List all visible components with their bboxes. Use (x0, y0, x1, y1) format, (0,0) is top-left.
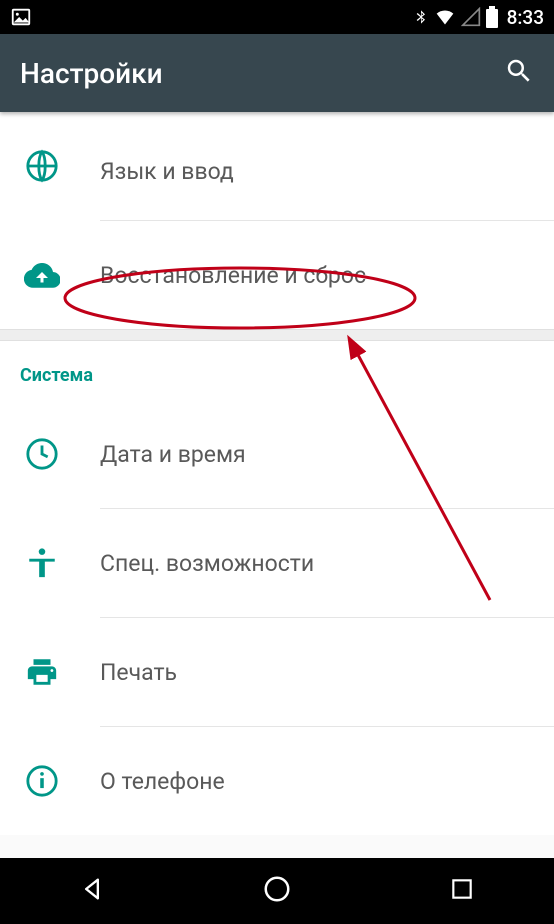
search-button[interactable] (504, 56, 534, 90)
home-icon (262, 874, 292, 908)
list-item-label: О телефоне (100, 768, 225, 795)
list-item-about-phone[interactable]: О телефоне (0, 727, 554, 835)
list-item-print[interactable]: Печать (0, 618, 554, 726)
cell-icon (461, 7, 481, 27)
clock-icon (24, 436, 60, 472)
backup-icon (24, 257, 60, 293)
status-right: 8:33 (413, 6, 544, 29)
recent-icon (449, 876, 475, 906)
status-time: 8:33 (507, 6, 544, 29)
wifi-icon (433, 7, 457, 27)
nav-recent-button[interactable] (422, 871, 502, 911)
list-item-accessibility[interactable]: Спец. возможности (0, 509, 554, 617)
bluetooth-icon (413, 6, 429, 28)
page-title: Настройки (20, 57, 163, 90)
picture-icon (10, 6, 32, 28)
list-item-label: Спец. возможности (100, 550, 314, 577)
status-bar: 8:33 (0, 0, 554, 34)
section-header-system: Система (0, 341, 554, 400)
app-bar: Настройки (0, 34, 554, 112)
status-left (10, 6, 32, 28)
list-item-date-time[interactable]: Дата и время (0, 400, 554, 508)
back-icon (78, 875, 106, 907)
list-item-label: Язык и ввод (100, 158, 234, 185)
globe-icon (24, 148, 60, 184)
nav-home-button[interactable] (237, 871, 317, 911)
list-item-language-input[interactable]: Язык и ввод (0, 112, 554, 220)
section-gap (0, 329, 554, 341)
info-icon (24, 763, 60, 799)
list-item-label: Восстановление и сброс (100, 262, 366, 289)
print-icon (24, 654, 60, 690)
accessibility-icon (24, 545, 60, 581)
battery-icon (485, 6, 499, 28)
list-item-backup-reset[interactable]: Восстановление и сброс (0, 221, 554, 329)
navigation-bar (0, 858, 554, 924)
list-item-label: Дата и время (100, 441, 246, 468)
search-icon (504, 56, 534, 90)
settings-list: Язык и ввод Восстановление и сброс Систе… (0, 112, 554, 835)
nav-back-button[interactable] (52, 871, 132, 911)
list-item-label: Печать (100, 659, 177, 686)
